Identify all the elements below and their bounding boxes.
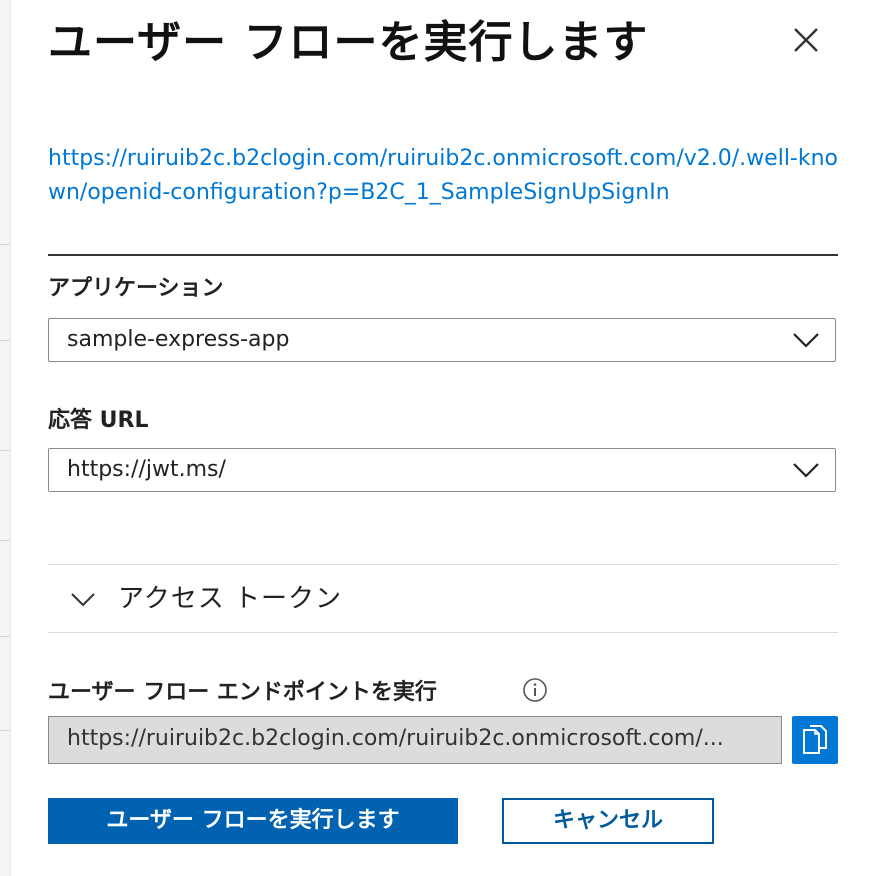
run-user-flow-button[interactable]: ユーザー フローを実行します	[48, 798, 458, 844]
endpoint-url-field[interactable]: https://ruiruib2c.b2clogin.com/ruiruib2c…	[48, 716, 782, 764]
application-selected-value: sample-express-app	[67, 327, 290, 352]
section-divider	[48, 632, 838, 633]
cancel-button[interactable]: キャンセル	[502, 798, 714, 844]
section-divider	[48, 254, 838, 256]
edge-divider	[0, 540, 10, 541]
edge-divider	[0, 636, 10, 637]
edge-divider	[0, 244, 10, 245]
access-token-expander[interactable]: アクセス トークン	[48, 566, 838, 630]
endpoint-label: ユーザー フロー エンドポイントを実行	[48, 680, 437, 705]
openid-configuration-link[interactable]: https://ruiruib2c.b2clogin.com/ruiruib2c…	[48, 142, 848, 210]
chevron-down-icon	[793, 463, 819, 478]
chevron-down-icon	[793, 333, 819, 348]
copy-icon	[803, 725, 827, 754]
endpoint-url-value: https://ruiruib2c.b2clogin.com/ruiruib2c…	[67, 726, 724, 751]
chevron-down-icon	[71, 593, 95, 607]
reply-url-label: 応答 URL	[48, 408, 149, 433]
reply-url-dropdown[interactable]: https://jwt.ms/	[48, 448, 836, 492]
info-icon[interactable]	[522, 677, 548, 703]
reply-url-selected-value: https://jwt.ms/	[67, 457, 226, 482]
application-dropdown[interactable]: sample-express-app	[48, 318, 836, 362]
section-divider	[48, 564, 838, 565]
access-token-label: アクセス トークン	[118, 584, 342, 614]
background-panel-edge	[0, 0, 11, 876]
edge-divider	[0, 730, 10, 731]
panel-title: ユーザー フローを実行します	[48, 17, 649, 68]
copy-to-clipboard-button[interactable]	[792, 716, 838, 764]
application-label: アプリケーション	[48, 276, 224, 301]
edge-divider	[0, 450, 10, 451]
close-button[interactable]	[788, 22, 824, 58]
edge-divider	[0, 340, 10, 341]
close-icon	[794, 28, 818, 52]
